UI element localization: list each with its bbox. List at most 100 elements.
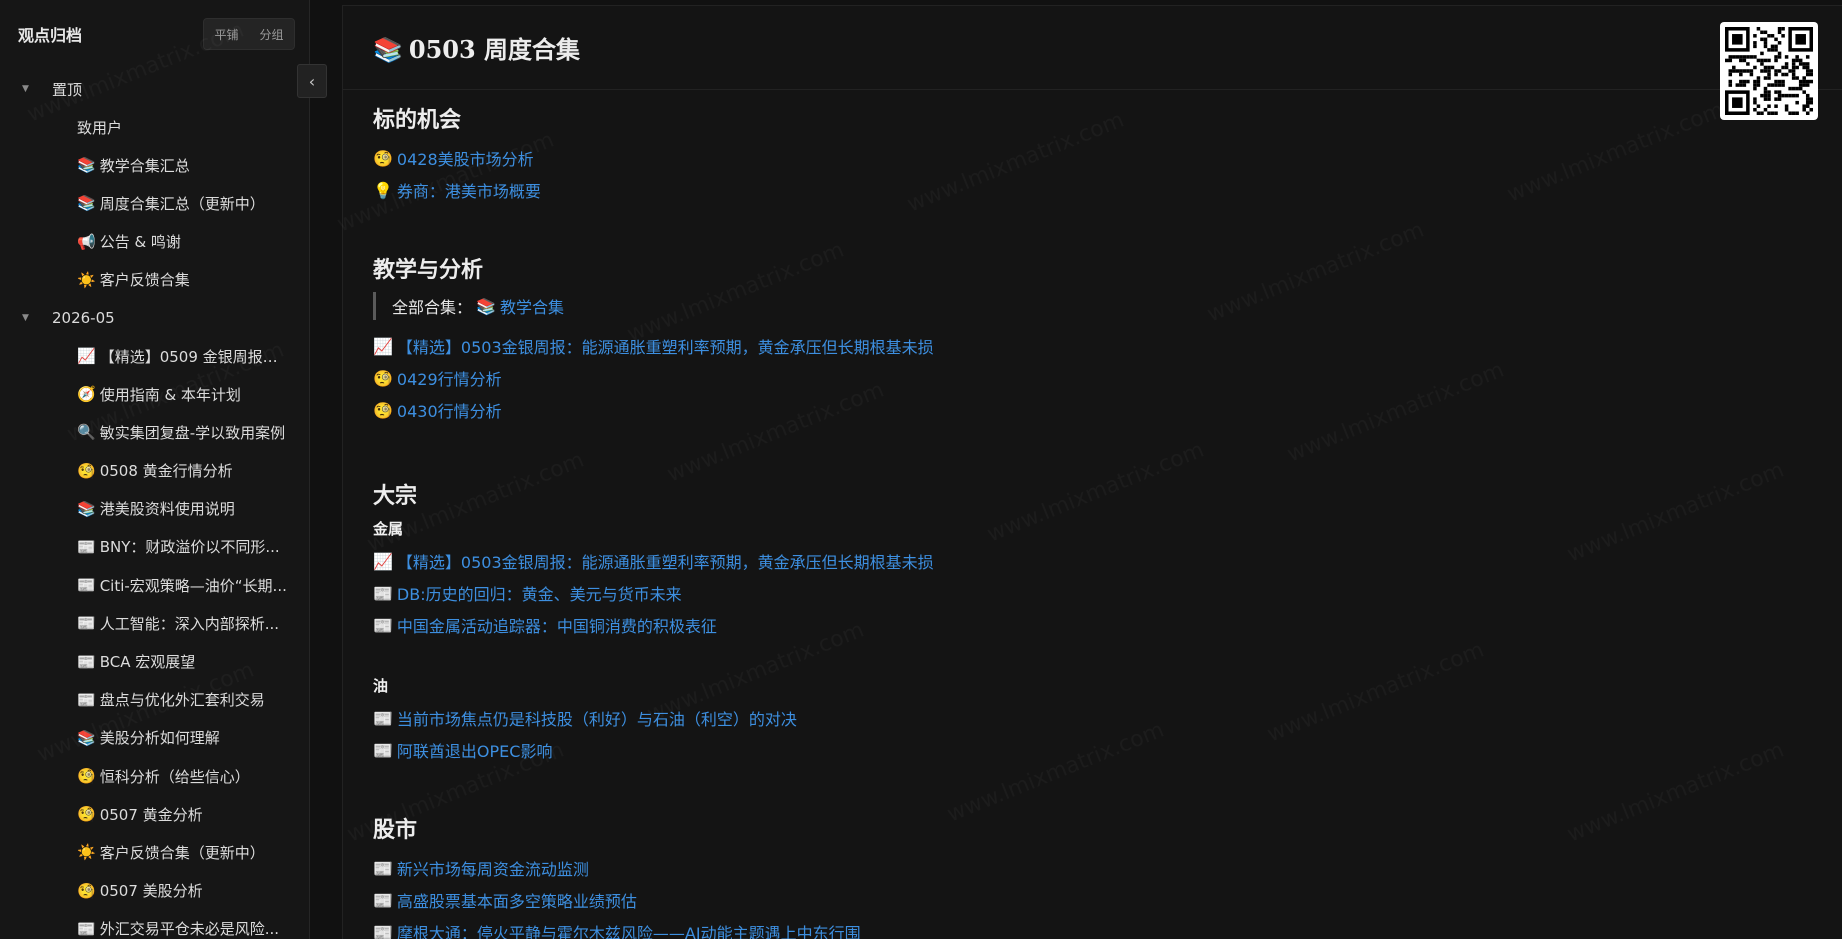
doc-link-label: 当前市场焦点仍是科技股（利好）与石油（利空）的对决	[396, 710, 797, 729]
tree-item-label: 盘点与优化外汇套利交易	[99, 691, 265, 710]
doc-link[interactable]: 📰 当前市场焦点仍是科技股（利好）与石油（利空）的对决	[373, 702, 1812, 734]
doc-link-label: 高盛股票基本面多空策略业绩预估	[396, 892, 637, 911]
tree-item[interactable]: 📈 【精选】0509 金银周报：...	[0, 337, 309, 375]
teaching-collection-link[interactable]: 教学合集	[500, 294, 564, 318]
collection-quote: 全部合集： 📚 教学合集	[373, 292, 1812, 320]
section-title: 股市	[373, 817, 418, 843]
section-title: 大宗	[373, 483, 418, 509]
chart-up-icon: 📈	[373, 551, 393, 571]
doc-link-label: 0429行情分析	[396, 370, 502, 389]
page-title: 📚 0503 周度合集	[373, 30, 580, 65]
archive-tree: ▼ 置顶 致用户 📚 教学合集汇总 📚 周度合集汇总（更新中） 📢 公告 & 鸣谢 ☀…	[0, 68, 309, 939]
tree-item[interactable]: 📚 教学合集汇总	[0, 146, 309, 184]
newspaper-icon: 📰	[77, 576, 96, 595]
chart-up-icon: 📈	[77, 347, 96, 366]
tree-item[interactable]: 📰 BCA 宏观展望	[0, 642, 309, 680]
newspaper-icon: 📰	[77, 614, 96, 633]
tree-item[interactable]: 📰 外汇交易平仓未必是风险...	[0, 910, 309, 939]
doc-link[interactable]: 📰 新兴市场每周资金流动监测	[373, 852, 1812, 884]
sidebar: 观点归档 平铺 分组 ▼ 置顶 致用户 📚 教学合集汇总 📚 周度合集汇总（更新中）…	[0, 0, 310, 939]
books-icon: 📚	[476, 296, 496, 316]
sun-icon: ☀️	[77, 270, 96, 289]
newspaper-icon: 📰	[373, 922, 393, 939]
doc-link-label: 0430行情分析	[396, 402, 502, 421]
tree-item[interactable]: 📢 公告 & 鸣谢	[0, 223, 309, 261]
newspaper-icon: 📰	[77, 652, 96, 671]
section-title: 标的机会	[373, 107, 462, 133]
tree-item-label: 致用户	[77, 118, 123, 137]
collapse-sidebar-button[interactable]: ‹	[297, 64, 327, 98]
tree-item[interactable]: 致用户	[0, 108, 309, 146]
doc-link-label: DB:历史的回归：黄金、美元与货币未来	[396, 585, 682, 604]
doc-link[interactable]: 📰 DB:历史的回归：黄金、美元与货币未来	[373, 577, 1812, 609]
newspaper-icon: 📰	[373, 583, 393, 603]
subsection-title: 油	[373, 677, 389, 695]
doc-link-label: 阿联酋退出OPEC影响	[396, 742, 553, 761]
tree-item-label: 客户反馈合集	[99, 271, 190, 290]
qr-code	[1720, 22, 1818, 120]
tile-view-button[interactable]: 平铺	[204, 19, 249, 49]
sidebar-header: 观点归档 平铺 分组	[0, 0, 309, 68]
doc-link-label: 中国金属活动追踪器：中国铜消费的积极表征	[396, 617, 717, 636]
books-icon: 📚	[373, 36, 403, 64]
doc-link[interactable]: 📰 摩根大通：停火平静与霍尔木兹风险——AI动能主题遇上中东行围	[373, 916, 1812, 939]
newspaper-icon: 📰	[373, 858, 393, 878]
tree-item[interactable]: ☀️ 客户反馈合集（更新中）	[0, 833, 309, 871]
newspaper-icon: 📰	[373, 740, 393, 760]
doc-link-label: 【精选】0503金银周报：能源通胀重塑利率预期，黄金承压但长期根基未损	[396, 338, 934, 357]
group-view-button[interactable]: 分组	[249, 19, 294, 49]
doc-link[interactable]: 🧐 0430行情分析	[373, 394, 1812, 426]
caret-down-icon: ▼	[22, 312, 29, 323]
tree-item[interactable]: 📚 周度合集汇总（更新中）	[0, 184, 309, 222]
doc-link[interactable]: 💡 券商：港美市场概要	[373, 174, 1812, 206]
books-icon: 📚	[77, 156, 96, 175]
page-header: 📚 0503 周度合集	[343, 6, 1842, 90]
doc-link-label: 【精选】0503金银周报：能源通胀重塑利率预期，黄金承压但长期根基未损	[396, 553, 934, 572]
caret-down-icon: ▼	[22, 84, 29, 94]
doc-link-label: 摩根大通：停火平静与霍尔木兹风险——AI动能主题遇上中东行围	[396, 924, 861, 939]
tree-item[interactable]: 🧐 0507 黄金分析	[0, 795, 309, 833]
newspaper-icon: 📰	[77, 690, 96, 709]
tree-item[interactable]: 🧐 0508 黄金行情分析	[0, 452, 309, 490]
tree-item[interactable]: 📰 人工智能：深入内部探析...	[0, 604, 309, 642]
view-toggle: 平铺 分组	[203, 18, 295, 50]
tree-group-label: 2026-05	[52, 308, 115, 327]
document-body: 标的机会 🧐 0428美股市场分析 💡 券商：港美市场概要 教学与分析 全部合集： …	[343, 90, 1842, 939]
chart-up-icon: 📈	[373, 336, 393, 356]
doc-link[interactable]: 📰 中国金属活动追踪器：中国铜消费的积极表征	[373, 609, 1812, 641]
chevron-left-icon: ‹	[308, 71, 316, 91]
tree-item[interactable]: 📰 Citi-宏观策略—油价“长期...	[0, 566, 309, 604]
tree-item-label: BNY：财政溢价以不同形...	[99, 538, 280, 557]
tree-item-label: 使用指南 & 本年计划	[99, 385, 241, 404]
tree-item[interactable]: 📰 盘点与优化外汇套利交易	[0, 681, 309, 719]
doc-link[interactable]: 📈 【精选】0503金银周报：能源通胀重塑利率预期，黄金承压但长期根基未损	[373, 545, 1812, 577]
tree-item[interactable]: 📚 港美股资料使用说明	[0, 490, 309, 528]
books-icon: 📚	[77, 499, 96, 518]
tree-item[interactable]: ☀️ 客户反馈合集	[0, 261, 309, 299]
tree-item[interactable]: 🧐 恒科分析（给些信心）	[0, 757, 309, 795]
tree-item-label: 0507 黄金分析	[99, 805, 203, 824]
sun-icon: ☀️	[77, 843, 96, 862]
tree-item[interactable]: 🔍 敏实集团复盘-学以致用案例	[0, 413, 309, 451]
tree-group-pinned[interactable]: ▼ 置顶	[0, 70, 309, 108]
doc-link[interactable]: 📈 【精选】0503金银周报：能源通胀重塑利率预期，黄金承压但长期根基未损	[373, 330, 1812, 362]
doc-link[interactable]: 📰 阿联酋退出OPEC影响	[373, 734, 1812, 766]
main-content: 📚 0503 周度合集 标的机会 🧐 0428美股市场分析 💡 券商：港美市场概要 教…	[342, 5, 1842, 939]
doc-link[interactable]: 🧐 0429行情分析	[373, 362, 1812, 394]
tree-item-label: 港美股资料使用说明	[99, 500, 235, 519]
megaphone-icon: 📢	[77, 232, 96, 251]
sidebar-title: 观点归档	[18, 26, 83, 45]
doc-link[interactable]: 📰 高盛股票基本面多空策略业绩预估	[373, 884, 1812, 916]
newspaper-icon: 📰	[77, 919, 96, 938]
app-window: 观点归档 平铺 分组 ▼ 置顶 致用户 📚 教学合集汇总 📚 周度合集汇总（更新中）…	[0, 0, 1842, 939]
tree-item[interactable]: 📚 美股分析如何理解	[0, 719, 309, 757]
thinking-face-icon: 🧐	[373, 148, 393, 168]
tree-item[interactable]: 🧭 使用指南 & 本年计划	[0, 375, 309, 413]
tree-item-label: 敏实集团复盘-学以致用案例	[99, 423, 286, 442]
newspaper-icon: 📰	[373, 615, 393, 635]
doc-link[interactable]: 🧐 0428美股市场分析	[373, 142, 1812, 174]
tree-group-2026-05[interactable]: ▼ 2026-05	[0, 299, 309, 337]
tree-item[interactable]: 🧐 0507 美股分析	[0, 872, 309, 910]
tree-item[interactable]: 📰 BNY：财政溢价以不同形...	[0, 528, 309, 566]
thinking-face-icon: 🧐	[77, 767, 96, 786]
